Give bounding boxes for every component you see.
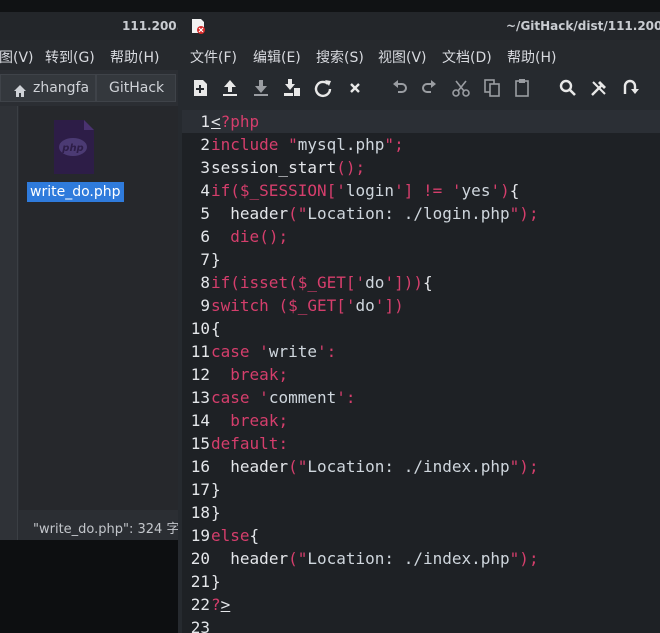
line-number: 12	[190, 365, 210, 384]
copy-icon[interactable]	[482, 78, 506, 102]
code-line[interactable]: session_start();	[211, 156, 365, 179]
search-icon[interactable]	[558, 78, 582, 102]
line-number: 9	[200, 296, 210, 315]
breadcrumb-home[interactable]: zhangfa	[0, 74, 96, 102]
code-line[interactable]: case 'write':	[211, 340, 336, 363]
top-strip	[178, 0, 660, 12]
code-line[interactable]: break;	[211, 409, 288, 432]
save-as-icon[interactable]	[282, 78, 306, 102]
code-line[interactable]: }	[211, 570, 221, 593]
status-bar: "write_do.php": 324 字	[19, 510, 178, 540]
file-name-label: write_do.php	[27, 182, 124, 202]
sidebar: ⏏	[0, 106, 18, 552]
new-icon[interactable]	[190, 78, 214, 102]
undo-icon[interactable]	[390, 78, 414, 102]
text-editor-app-icon	[190, 18, 206, 38]
line-number: 15	[190, 434, 210, 453]
open-icon[interactable]	[220, 78, 244, 102]
line-number: 2	[200, 135, 210, 154]
code-line[interactable]: header("Location: ./index.php");	[211, 547, 538, 570]
top-strip	[0, 0, 178, 12]
editor-title: ~/GitHack/dist/111.200.241	[506, 19, 660, 33]
code-line[interactable]: default:	[211, 432, 288, 455]
status-text: "write_do.php": 324 字	[33, 522, 178, 537]
fm-menu-go[interactable]: 转到(G)	[45, 47, 95, 67]
breadcrumb-githack-label: GitHack	[109, 80, 165, 96]
menu-file[interactable]: 文件(F)	[190, 47, 237, 67]
save-icon[interactable]	[251, 78, 275, 102]
line-number: 7	[200, 250, 210, 269]
close-icon[interactable]	[345, 78, 369, 102]
code-line[interactable]: if(isset($_GET['do'])){	[211, 271, 433, 294]
redo-icon[interactable]	[419, 78, 443, 102]
line-number: 13	[190, 388, 210, 407]
code-line[interactable]: else{	[211, 524, 259, 547]
code-line[interactable]: <?php	[211, 110, 259, 133]
line-number-gutter: 1 2 3 4 5 6 7 8 9 10 11 12 13 14 15 16 17 18 19 20 21 22 23	[182, 110, 210, 633]
code-line[interactable]: }	[211, 501, 221, 524]
menu-document[interactable]: 文档(D)	[442, 47, 492, 67]
line-number: 19	[190, 526, 210, 545]
line-number: 23	[190, 618, 210, 633]
code-line[interactable]: header("Location: ./index.php");	[211, 455, 538, 478]
menu-view[interactable]: 视图(V)	[378, 47, 427, 67]
line-number: 22	[190, 595, 210, 614]
code-line[interactable]: }	[211, 248, 221, 271]
cut-icon[interactable]	[451, 78, 475, 102]
desktop-background	[0, 540, 178, 633]
file-manager-title: 111.200.2	[122, 19, 178, 33]
home-icon	[13, 81, 27, 107]
paste-icon[interactable]	[512, 78, 536, 102]
php-file-icon: php	[52, 120, 96, 178]
code-line[interactable]: }	[211, 478, 221, 501]
code-line[interactable]: header("Location: ./login.php");	[211, 202, 538, 225]
fm-menu-view[interactable]: 图(V)	[0, 47, 34, 67]
line-number: 4	[200, 181, 210, 200]
menu-edit[interactable]: 编辑(E)	[253, 47, 301, 67]
line-number: 17	[190, 480, 210, 499]
line-number: 18	[190, 503, 210, 522]
code-line[interactable]: if($_SESSION['login'] != 'yes'){	[211, 179, 519, 202]
code-line[interactable]: case 'comment':	[211, 386, 356, 409]
line-number: 8	[200, 273, 210, 292]
code-line[interactable]: switch ($_GET['do'])	[211, 294, 404, 317]
line-number: 16	[190, 457, 210, 476]
line-number: 11	[190, 342, 210, 361]
line-number: 10	[190, 319, 210, 338]
line-number: 6	[200, 227, 210, 246]
file-item[interactable]: php write_do.php	[27, 118, 124, 208]
file-manager-window: 111.200.2 图(V) 转到(G) 帮助(H) zhangfa GitHa…	[0, 0, 178, 633]
breadcrumb-home-label: zhangfa	[33, 80, 90, 96]
breadcrumb-githack[interactable]: GitHack	[96, 74, 176, 102]
line-number: 3	[200, 158, 210, 177]
line-number: 5	[200, 204, 210, 223]
line-number: 21	[190, 572, 210, 591]
code-line[interactable]: break;	[211, 363, 288, 386]
menu-search[interactable]: 搜索(S)	[316, 47, 364, 67]
file-manager-menubar: 图(V) 转到(G) 帮助(H)	[0, 40, 178, 70]
line-number: 1	[200, 112, 210, 131]
code-line[interactable]: die();	[211, 225, 288, 248]
code-editor[interactable]: 1 2 3 4 5 6 7 8 9 10 11 12 13 14 15 16 17 18 19 20 21 22 23 <?…	[182, 110, 660, 633]
tools-icon[interactable]	[589, 78, 613, 102]
reload-icon[interactable]	[313, 78, 337, 102]
jump-icon[interactable]	[620, 78, 644, 102]
editor-menubar: 文件(F) 编辑(E) 搜索(S) 视图(V) 文档(D) 帮助(H)	[178, 40, 660, 70]
code-line[interactable]: {	[211, 317, 221, 340]
editor-toolbar	[178, 70, 660, 110]
fm-menu-help[interactable]: 帮助(H)	[110, 47, 159, 67]
svg-text:php: php	[61, 143, 83, 154]
code-line[interactable]: ?>	[211, 593, 230, 616]
breadcrumb: zhangfa GitHack	[0, 72, 178, 104]
line-number: 14	[190, 411, 210, 430]
editor-titlebar: ~/GitHack/dist/111.200.241	[178, 12, 660, 40]
line-number: 20	[190, 549, 210, 568]
file-view: php write_do.php	[19, 106, 178, 510]
code-line[interactable]: include "mysql.php";	[211, 133, 404, 156]
menu-help[interactable]: 帮助(H)	[507, 47, 556, 67]
file-manager-titlebar: 111.200.2	[0, 12, 178, 40]
editor-window: ~/GitHack/dist/111.200.241 文件(F) 编辑(E) 搜…	[178, 0, 660, 633]
